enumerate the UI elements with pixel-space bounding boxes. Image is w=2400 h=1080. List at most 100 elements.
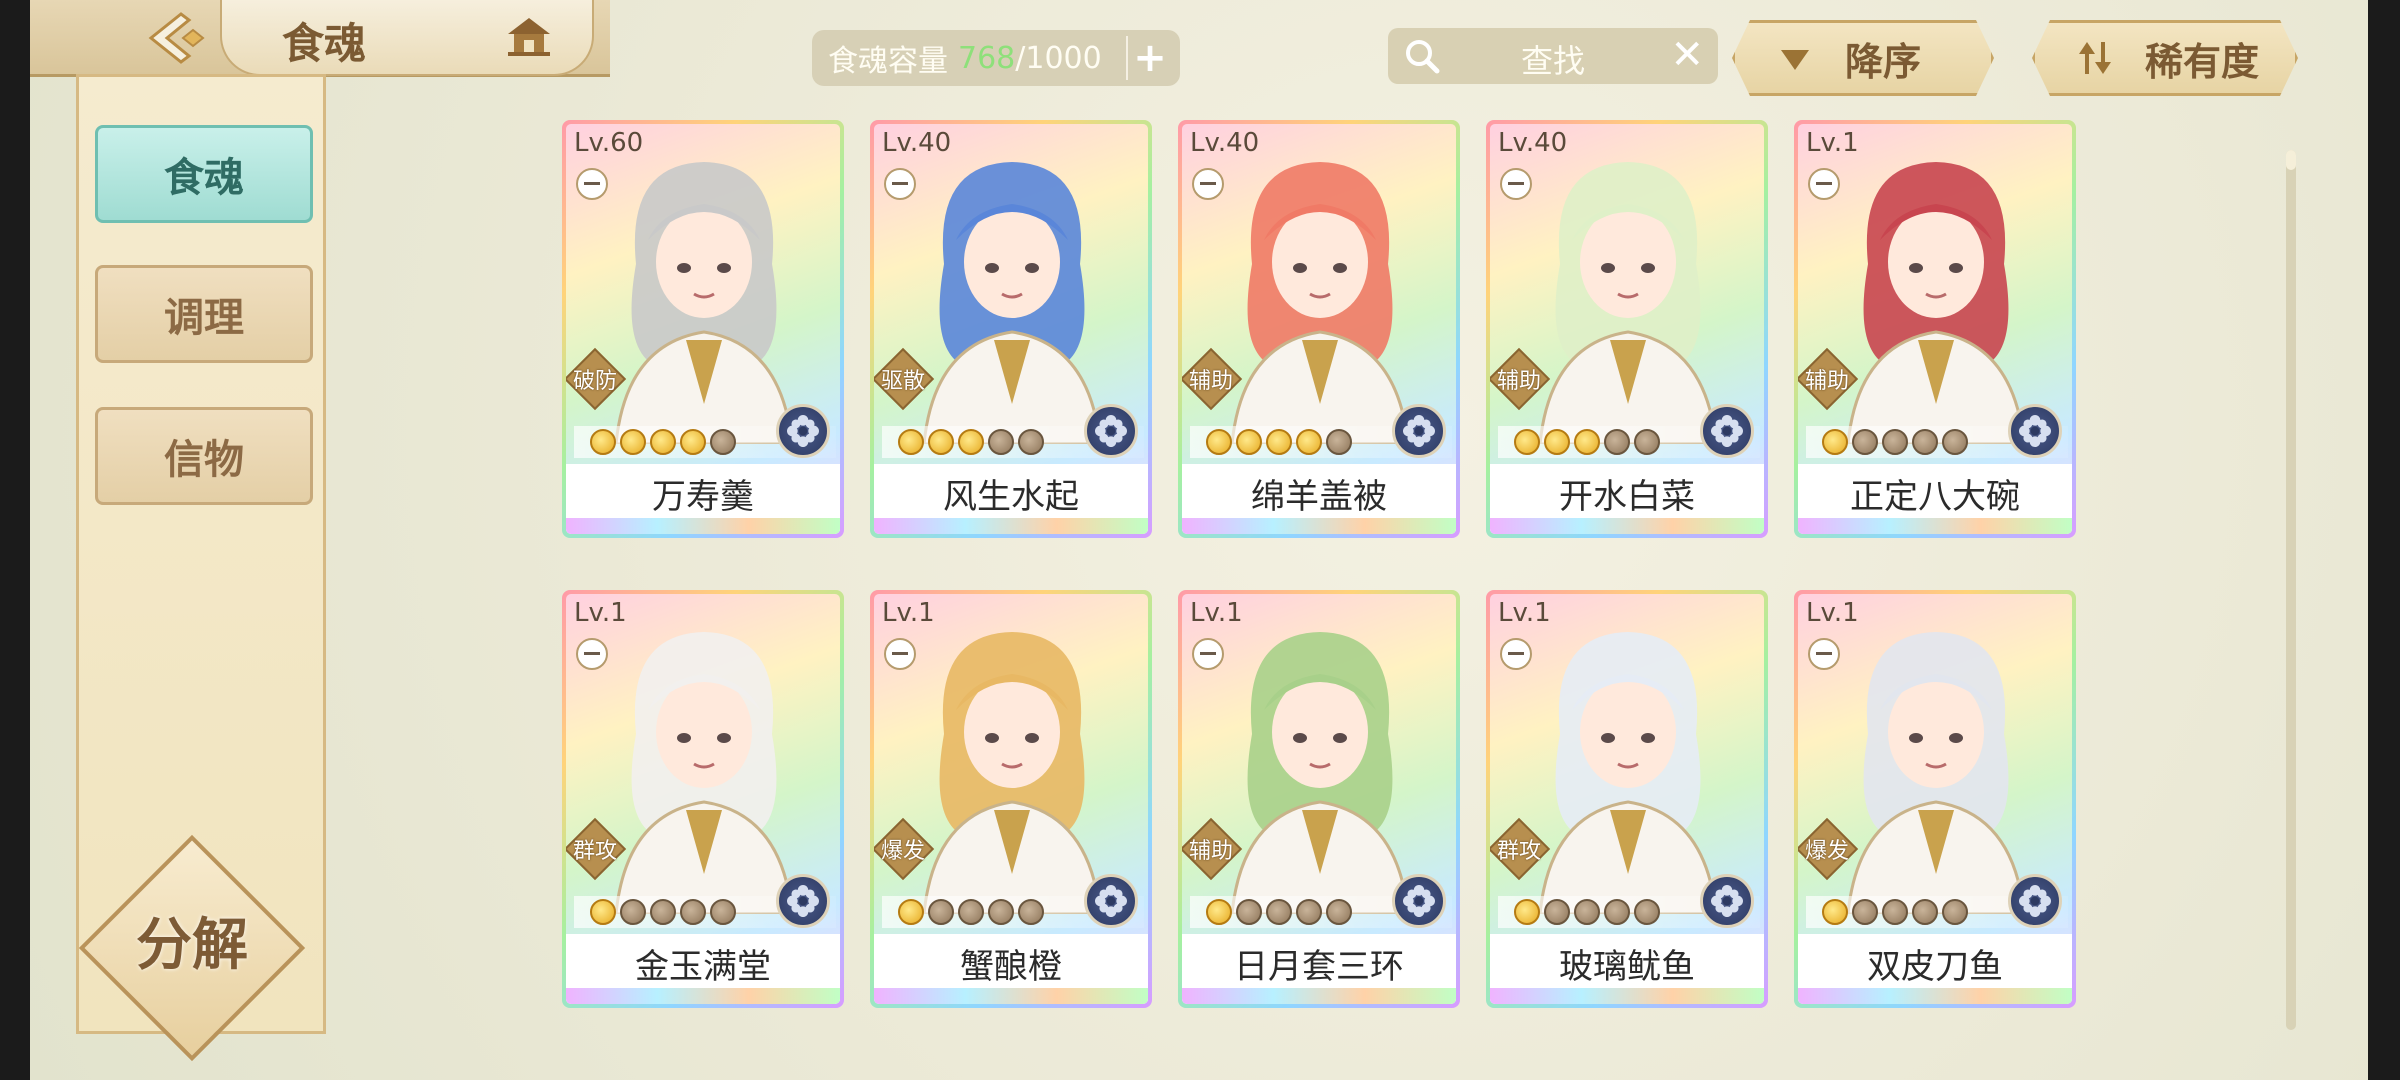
- star-icon: [620, 899, 646, 925]
- level-label: Lv.1: [1806, 598, 1859, 628]
- food-soul-card[interactable]: Lv.1 爆发 蟹酿橙: [870, 590, 1152, 1008]
- capacity-label: 食魂容量: [828, 44, 948, 79]
- food-soul-card[interactable]: Lv.1 群攻 金玉满堂: [562, 590, 844, 1008]
- name-bar: 绵羊盖被: [1182, 464, 1456, 534]
- sort-order-button[interactable]: 降序: [1732, 20, 1994, 96]
- star-icon: [1544, 899, 1570, 925]
- star-icon: [1882, 429, 1908, 455]
- name-bar: 正定八大碗: [1798, 464, 2072, 534]
- scrollbar-thumb[interactable]: [2286, 150, 2296, 170]
- name-bar: 日月套三环: [1182, 934, 1456, 1004]
- rarity-flower-icon: [1700, 874, 1754, 928]
- role-label: 群攻: [572, 839, 617, 864]
- sidebar-item-food-souls[interactable]: 食魂: [95, 125, 313, 223]
- plus-icon: +: [1133, 35, 1167, 81]
- name-bar: 风生水起: [874, 464, 1148, 534]
- capacity-max: /1000: [1015, 40, 1102, 76]
- role-label: 辅助: [1188, 839, 1233, 864]
- back-arrow-icon: [148, 12, 205, 64]
- role-label: 驱散: [880, 369, 925, 394]
- sidebar-item-conditioning[interactable]: 调理: [95, 265, 313, 363]
- food-soul-card[interactable]: Lv.40 驱散 风生水起: [870, 120, 1152, 538]
- star-icon: [620, 429, 646, 455]
- expand-capacity-button[interactable]: +: [1126, 35, 1172, 81]
- name-bar: 蟹酿橙: [874, 934, 1148, 1004]
- star-icon: [928, 429, 954, 455]
- element-badge-icon: [576, 638, 608, 670]
- scrollbar[interactable]: [2286, 150, 2296, 1030]
- food-soul-card[interactable]: Lv.1 辅助 日月套三环: [1178, 590, 1460, 1008]
- character-name: 开水白菜: [1559, 476, 1695, 517]
- star-icon: [1514, 429, 1540, 455]
- level-label: Lv.1: [1190, 598, 1243, 628]
- card-background: Lv.1 辅助 正定八大碗: [1798, 124, 2072, 534]
- sidebar-item-label: 调理: [164, 294, 244, 341]
- descending-icon: [1775, 38, 1815, 78]
- star-icon: [1912, 429, 1938, 455]
- search-input[interactable]: 查找 ✕: [1388, 28, 1718, 84]
- level-label: Lv.60: [574, 128, 644, 158]
- character-name: 玻璃鱿鱼: [1559, 946, 1695, 987]
- star-icon: [1574, 429, 1600, 455]
- star-icon: [1206, 429, 1232, 455]
- level-label: Lv.1: [1498, 598, 1551, 628]
- sort-rarity-button[interactable]: 稀有度: [2032, 20, 2298, 96]
- star-icon: [988, 429, 1014, 455]
- food-soul-card[interactable]: Lv.1 辅助 正定八大碗: [1794, 120, 2076, 538]
- level-label: Lv.40: [1498, 128, 1568, 158]
- food-soul-card[interactable]: Lv.1 爆发 双皮刀鱼: [1794, 590, 2076, 1008]
- star-icon: [650, 429, 676, 455]
- food-soul-card[interactable]: Lv.40 辅助 开水白菜: [1486, 120, 1768, 538]
- sort-rarity-label: 稀有度: [2145, 38, 2260, 84]
- rarity-flower-icon: [1084, 874, 1138, 928]
- role-label: 爆发: [880, 839, 925, 864]
- star-icon: [1326, 899, 1352, 925]
- star-icon: [710, 429, 736, 455]
- rarity-flower-icon: [2008, 874, 2062, 928]
- rarity-flower-icon: [1392, 404, 1446, 458]
- star-icon: [1018, 899, 1044, 925]
- pavilion-icon[interactable]: [504, 14, 554, 58]
- star-icon: [1942, 429, 1968, 455]
- star-icon: [590, 429, 616, 455]
- star-icon: [1236, 429, 1262, 455]
- sidebar-item-keepsakes[interactable]: 信物: [95, 407, 313, 505]
- role-badge: 爆发: [1798, 817, 1860, 881]
- role-label: 辅助: [1804, 369, 1849, 394]
- clear-icon[interactable]: ✕: [1670, 32, 1704, 78]
- role-badge: 辅助: [1182, 347, 1244, 411]
- star-icon: [898, 899, 924, 925]
- card-background: Lv.60 破防 万寿羹: [566, 124, 840, 534]
- food-soul-card[interactable]: Lv.1 群攻 玻璃鱿鱼: [1486, 590, 1768, 1008]
- food-soul-card[interactable]: Lv.60 破防 万寿羹: [562, 120, 844, 538]
- star-icon: [928, 899, 954, 925]
- rarity-flower-icon: [1084, 404, 1138, 458]
- star-icon: [1634, 899, 1660, 925]
- star-icon: [1544, 429, 1570, 455]
- character-name: 正定八大碗: [1850, 476, 2020, 517]
- character-name: 风生水起: [943, 476, 1079, 517]
- name-bar: 双皮刀鱼: [1798, 934, 2072, 1004]
- element-badge-icon: [1500, 638, 1532, 670]
- capacity-display: 食魂容量 768 /1000 +: [812, 30, 1180, 86]
- character-name: 金玉满堂: [635, 946, 771, 987]
- star-icon: [680, 429, 706, 455]
- element-badge-icon: [1192, 638, 1224, 670]
- element-badge-icon: [1808, 638, 1840, 670]
- sidebar-item-label: 信物: [164, 436, 244, 483]
- star-icon: [898, 429, 924, 455]
- role-badge: 爆发: [874, 817, 936, 881]
- character-name: 万寿羹: [652, 476, 754, 517]
- card-background: Lv.1 爆发 蟹酿橙: [874, 594, 1148, 1004]
- role-badge: 破防: [566, 347, 628, 411]
- card-background: Lv.40 辅助 绵羊盖被: [1182, 124, 1456, 534]
- food-soul-card[interactable]: Lv.40 辅助 绵羊盖被: [1178, 120, 1460, 538]
- name-bar: 万寿羹: [566, 464, 840, 534]
- role-badge: 辅助: [1182, 817, 1244, 881]
- element-badge-icon: [576, 168, 608, 200]
- star-icon: [1296, 429, 1322, 455]
- star-icon: [1514, 899, 1540, 925]
- star-icon: [710, 899, 736, 925]
- role-label: 爆发: [1804, 839, 1849, 864]
- role-badge: 辅助: [1490, 347, 1552, 411]
